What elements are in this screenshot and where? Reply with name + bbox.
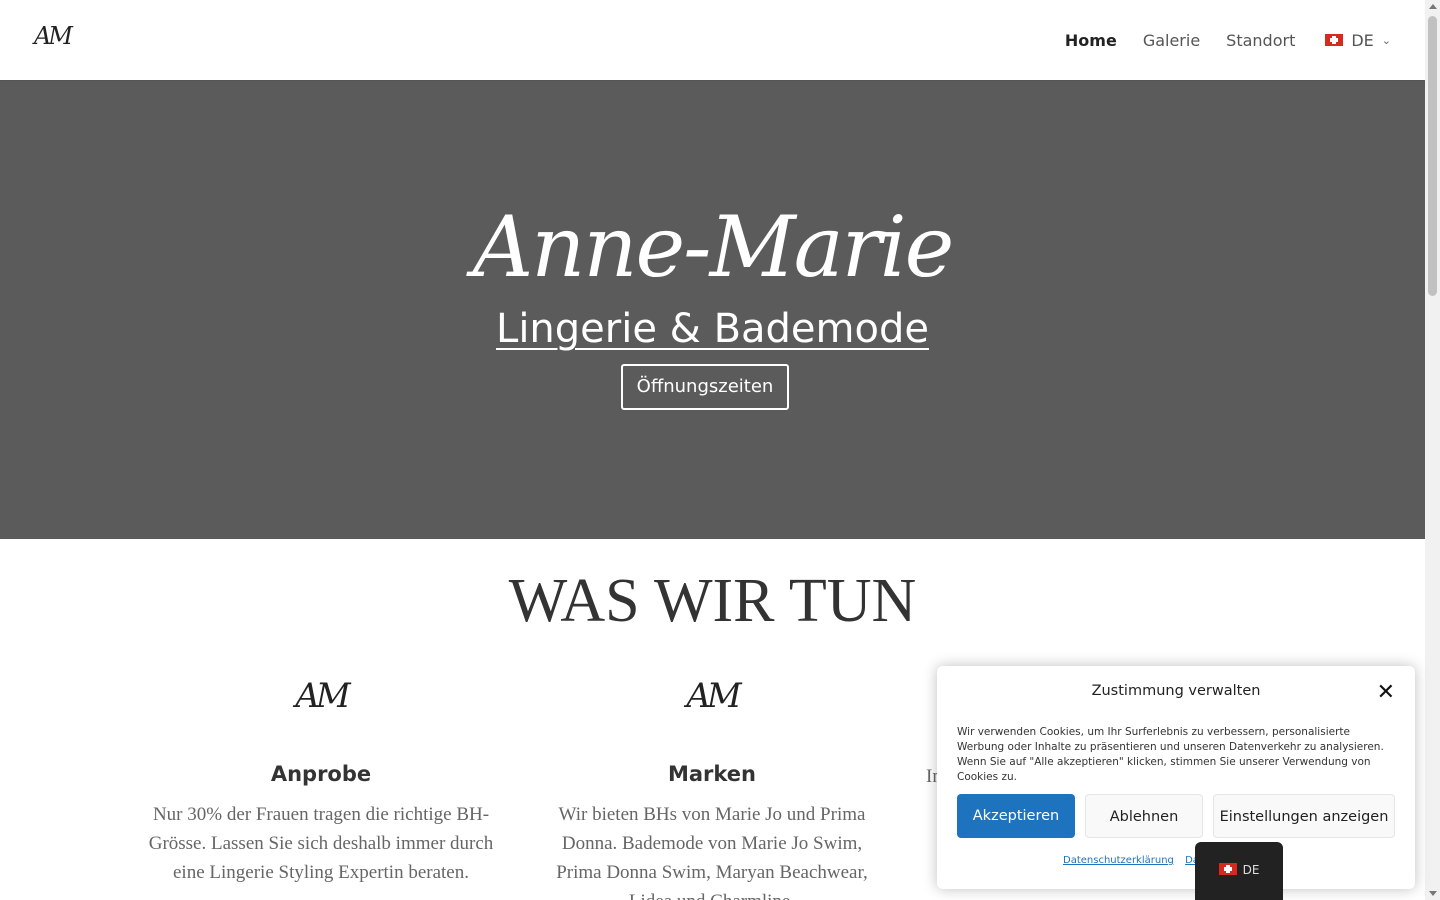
scroll-down-icon[interactable] [1429, 891, 1437, 896]
section-title: WAS WIR TUN [508, 567, 917, 635]
hero-title: Anne-Marie [472, 198, 955, 296]
feature-text: Wir bieten BHs von Marie Jo und Prima Do… [556, 804, 868, 900]
language-label: DE [1351, 30, 1374, 50]
language-label: DE [1242, 863, 1260, 877]
site-logo[interactable]: AM [34, 22, 73, 50]
cookie-text: Wir verwenden Cookies, um Ihr Surferlebn… [957, 726, 1384, 783]
feature-heading: Anprobe [270, 762, 372, 786]
feature-heading: Marken [667, 762, 757, 786]
close-icon[interactable]: ✕ [1377, 682, 1395, 704]
floating-language-switcher[interactable]: DE [1195, 842, 1283, 900]
swiss-flag-icon [1325, 34, 1344, 46]
scrollbar[interactable] [1425, 0, 1440, 900]
swiss-flag-icon [1218, 863, 1237, 875]
site-header: AM Home Galerie Standort DE ⌄ [0, 0, 1425, 80]
chevron-down-icon: ⌄ [1381, 33, 1391, 47]
privacy-policy-link[interactable]: Datenschutzerklärung [1063, 855, 1174, 866]
accept-button[interactable]: Akzeptieren [957, 794, 1075, 838]
scrollbar-thumb[interactable] [1428, 16, 1437, 296]
nav-home[interactable]: Home [1065, 31, 1117, 50]
cookie-links: Datenschutzerklärung Date [1063, 855, 1217, 866]
deny-button[interactable]: Ablehnen [1085, 794, 1203, 838]
language-selector[interactable]: DE ⌄ [1325, 31, 1391, 50]
hero-subtitle[interactable]: Lingerie & Bademode [0, 306, 1425, 352]
am-logo: AM [295, 676, 350, 716]
nav-standort[interactable]: Standort [1226, 31, 1295, 50]
opening-hours-button[interactable]: Öffnungszeiten [621, 364, 789, 410]
feature-text: Nur 30% der Frauen tragen die richtige B… [148, 804, 494, 883]
scroll-up-icon[interactable] [1429, 4, 1437, 9]
nav-galerie[interactable]: Galerie [1143, 31, 1200, 50]
hero-section: Anne-Marie Lingerie & Bademode Öffnungsz… [0, 80, 1425, 539]
am-logo: AM [686, 676, 741, 716]
feature-column-anprobe: AM Anprobe Nur 30% der Frauen tragen die… [146, 676, 496, 887]
settings-button[interactable]: Einstellungen anzeigen [1213, 794, 1395, 838]
feature-column-marken: AM Marken Wir bieten BHs von Marie Jo un… [537, 676, 887, 900]
cookie-consent-dialog: Zustimmung verwalten ✕ Wir verwenden Coo… [937, 666, 1415, 889]
main-nav: Home Galerie Standort DE ⌄ [1065, 0, 1391, 80]
cookie-title: Zustimmung verwalten [1091, 683, 1261, 699]
